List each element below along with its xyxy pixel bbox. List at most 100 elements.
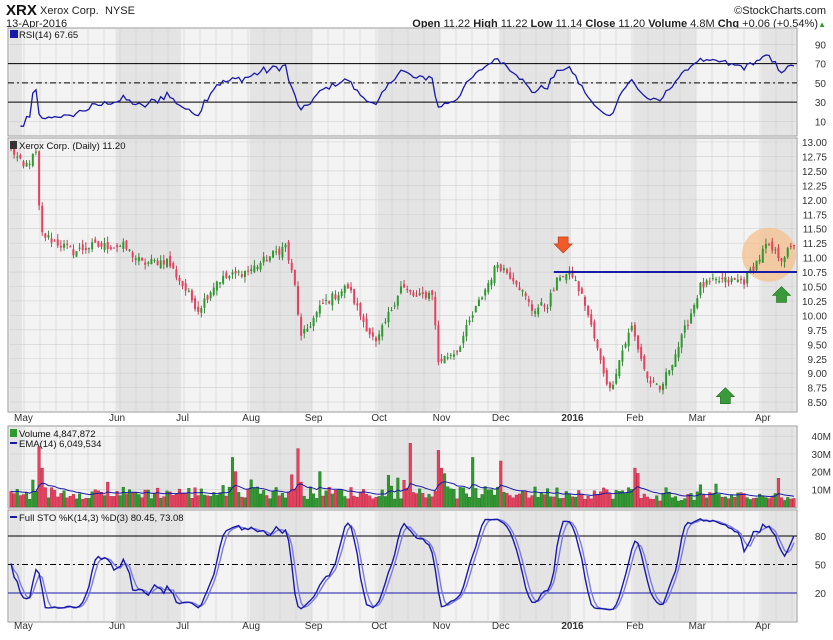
volume-bar — [539, 492, 543, 508]
month-label-apr: Apr — [755, 621, 771, 632]
candle-body — [749, 269, 752, 272]
price-tick-label: 11.00 — [803, 254, 828, 265]
candle-body — [265, 259, 268, 262]
volume-bar — [249, 479, 253, 508]
candle-body — [596, 339, 599, 349]
volume-bar — [268, 498, 272, 508]
candle-body — [527, 299, 530, 302]
volume-bar — [567, 494, 571, 508]
candle-body — [19, 154, 22, 159]
candle-body — [602, 357, 605, 374]
volume-bar — [530, 495, 534, 508]
candle-body — [303, 328, 306, 334]
candle-body — [428, 292, 431, 299]
candle-body — [87, 248, 90, 250]
candle-body — [162, 260, 165, 265]
sto-tick-label: 20 — [815, 589, 827, 600]
volume-bar — [405, 487, 409, 508]
candle-body — [356, 303, 359, 306]
volume-bar — [574, 496, 578, 508]
candle-body — [56, 239, 59, 246]
candle-body — [658, 385, 661, 390]
volume-bar — [399, 498, 403, 508]
volume-bar — [489, 489, 493, 508]
volume-bar — [234, 471, 238, 508]
volume-bar — [358, 491, 362, 508]
volume-bar — [393, 498, 397, 508]
candle-body — [396, 295, 399, 306]
candle-body — [281, 246, 284, 258]
volume-bar — [312, 493, 316, 508]
candle-body — [502, 268, 505, 271]
candle-body — [652, 380, 655, 382]
volume-bar — [371, 498, 375, 508]
volume-bar — [93, 489, 97, 508]
candle-body — [44, 233, 47, 238]
volume-bar — [302, 495, 306, 508]
candle-body — [84, 247, 87, 251]
candle-body — [484, 289, 487, 296]
volume-bar — [786, 497, 790, 508]
month-label-nov: Nov — [433, 413, 451, 424]
volume-bar — [664, 487, 668, 508]
candle-body — [16, 156, 19, 158]
candle-body — [612, 384, 615, 389]
volume-bar — [109, 496, 113, 508]
volume-bar — [327, 486, 331, 508]
volume-bar — [103, 495, 107, 508]
volume-bar — [40, 467, 44, 508]
volume-bar — [99, 492, 103, 508]
price-tick-label: 11.75 — [803, 210, 828, 221]
volume-bar — [483, 486, 487, 508]
volume-bar — [433, 490, 437, 508]
volume-bar — [9, 491, 13, 508]
candle-body — [321, 302, 324, 304]
volume-bar — [658, 500, 662, 508]
rsi-tick-label: 90 — [815, 40, 827, 51]
candle-body — [580, 288, 583, 294]
volume-bar — [505, 493, 509, 508]
volume-bar — [770, 495, 774, 508]
volume-bar — [767, 498, 771, 508]
candle-body — [730, 278, 733, 282]
volume-bar — [783, 500, 787, 508]
candle-body — [424, 292, 427, 299]
candle-body — [786, 248, 789, 257]
volume-bar — [106, 481, 110, 508]
volume-bar — [449, 488, 453, 508]
candle-body — [630, 325, 633, 331]
company-name: Xerox Corp. — [40, 5, 99, 17]
volume-bar — [162, 496, 166, 508]
rsi-month-band — [9, 29, 22, 135]
price-tick-label: 9.25 — [808, 355, 828, 366]
price-tick-label: 9.75 — [808, 326, 828, 337]
candle-body — [368, 328, 371, 335]
up-triangle-icon: ▲ — [818, 20, 826, 29]
candle-body — [437, 325, 440, 363]
volume-bar — [265, 495, 269, 508]
volume-bar — [561, 498, 565, 508]
volume-bar — [667, 491, 671, 508]
candle-body — [587, 305, 590, 316]
candle-body — [643, 355, 646, 370]
candle-body — [343, 285, 346, 293]
candle-body — [387, 312, 390, 323]
candle-body — [768, 243, 771, 245]
candle-body — [362, 316, 365, 322]
volume-bar — [458, 487, 462, 508]
candle-body — [112, 247, 115, 249]
candle-body — [78, 247, 81, 249]
candle-body — [275, 251, 278, 253]
volume-bar — [87, 498, 91, 508]
sto-month-band — [115, 511, 182, 621]
price-tick-label: 11.50 — [803, 225, 828, 236]
volume-bar — [436, 450, 440, 508]
candle-body — [178, 277, 181, 282]
price-tick-label: 11.25 — [803, 239, 828, 250]
candle-body — [122, 241, 125, 249]
candle-body — [94, 239, 97, 243]
candle-body — [708, 281, 711, 283]
candle-body — [378, 334, 381, 341]
candle-body — [565, 274, 568, 281]
volume-bar — [595, 493, 599, 508]
